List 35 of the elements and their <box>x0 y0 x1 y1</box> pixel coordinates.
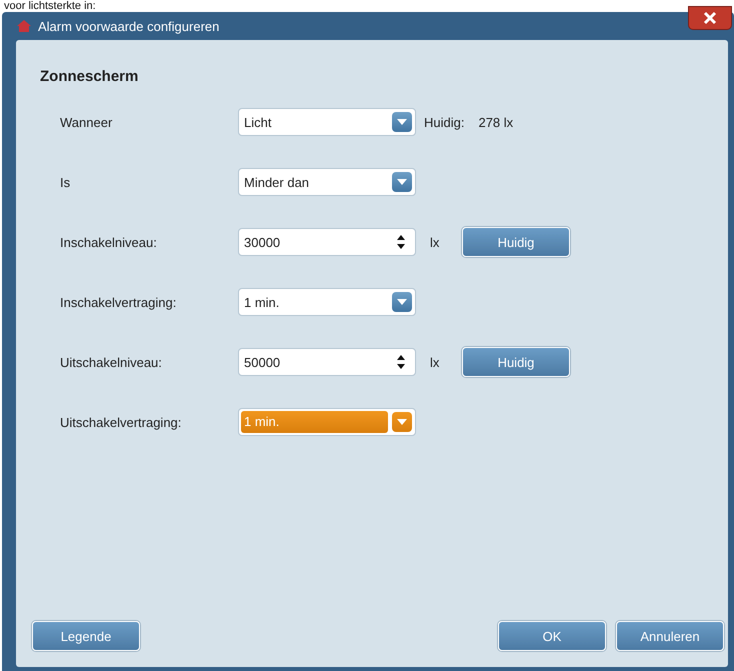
dropdown-value: Licht <box>244 114 272 130</box>
current-button[interactable]: Huidig <box>462 227 570 257</box>
section-heading: Zonnescherm <box>40 68 140 85</box>
close-button[interactable] <box>688 6 732 30</box>
dropdown[interactable]: Licht <box>238 108 416 136</box>
dropdown-value: Minder dan <box>244 174 310 190</box>
current-label: Huidig: <box>424 114 464 130</box>
dropdown-value: 1 min. <box>241 411 388 433</box>
dropdown[interactable]: 1 min. <box>238 288 416 316</box>
field-label: Uitschakelvertraging: <box>60 414 182 430</box>
close-icon <box>702 11 718 25</box>
dropdown-value: 1 min. <box>244 294 280 310</box>
page-caption: voor lichtsterkte in: <box>3 0 97 12</box>
dropdown[interactable]: 1 min. <box>238 408 416 436</box>
house-icon <box>16 19 32 33</box>
number-value: 30000 <box>244 234 282 250</box>
field-label: Wanneer <box>60 114 114 130</box>
number-field[interactable]: 30000 <box>238 228 416 256</box>
spinner-arrows-icon <box>396 233 406 251</box>
field-label: Is <box>60 174 72 190</box>
field-label: Inschakelvertraging: <box>60 294 178 310</box>
window-title: Alarm voorwaarde configureren <box>38 18 220 34</box>
number-field[interactable]: 50000 <box>238 348 416 376</box>
current-button[interactable]: Huidig <box>462 347 570 377</box>
number-value: 50000 <box>244 354 282 370</box>
field-label: Uitschakelniveau: <box>60 354 163 370</box>
dialog-button[interactable]: Annuleren <box>616 621 724 651</box>
dropdown[interactable]: Minder dan <box>238 168 416 196</box>
field-label: Inschakelniveau: <box>60 234 158 250</box>
spinner-arrows-icon <box>396 353 406 371</box>
unit-label: lx <box>430 354 440 370</box>
current-value: 278 lx <box>478 114 514 130</box>
dialog-button[interactable]: OK <box>498 621 606 651</box>
legend-button[interactable]: Legende <box>32 621 140 651</box>
unit-label: lx <box>430 234 440 250</box>
